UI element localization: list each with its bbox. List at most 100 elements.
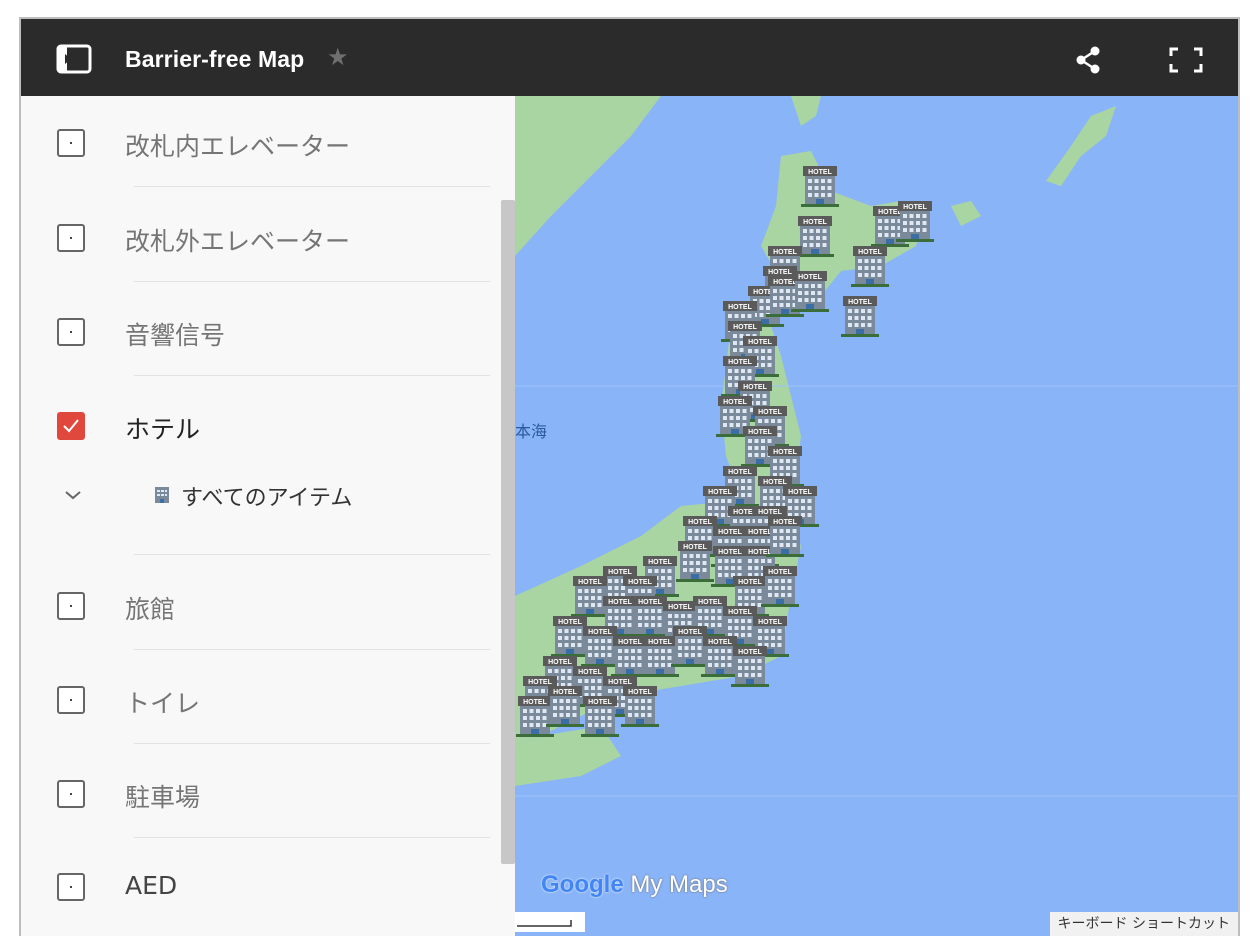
hotel-marker-icon[interactable]: HOTEL (671, 626, 709, 667)
layer-label: ホテル (125, 415, 201, 444)
svg-text:HOTEL: HOTEL (733, 324, 757, 331)
hotel-marker-icon[interactable]: HOTEL (761, 566, 799, 607)
scrollbar[interactable] (501, 200, 515, 864)
map-frame: Barrier-free Map ★ HOTEL HOTEL HOTEL HOT… (19, 17, 1240, 936)
svg-text:HOTEL: HOTEL (748, 339, 772, 346)
layer-item-3[interactable]: ホテル (21, 402, 499, 452)
svg-text:HOTEL: HOTEL (628, 579, 652, 586)
svg-text:HOTEL: HOTEL (773, 249, 797, 256)
chevron-down-icon[interactable] (61, 483, 85, 507)
svg-text:HOTEL: HOTEL (788, 489, 812, 496)
layer-item-5[interactable]: トイレ (21, 676, 499, 726)
layer-item-4[interactable]: 旅館 (21, 582, 499, 632)
svg-text:HOTEL: HOTEL (773, 449, 797, 456)
layer-label: 駐車場 (125, 783, 201, 812)
layer-checkbox[interactable] (57, 873, 85, 901)
svg-text:HOTEL: HOTEL (628, 689, 652, 696)
svg-text:HOTEL: HOTEL (763, 479, 787, 486)
svg-text:HOTEL: HOTEL (723, 399, 747, 406)
google-wordmark: Google (541, 871, 624, 898)
layer-checkbox[interactable] (57, 780, 85, 808)
hotel-marker-icon[interactable]: HOTEL (896, 201, 934, 242)
divider (134, 281, 490, 282)
svg-text:HOTEL: HOTEL (758, 619, 782, 626)
layer-checkbox-checked[interactable] (57, 412, 85, 440)
hotel-marker-icon[interactable]: HOTEL (676, 541, 714, 582)
svg-text:HOTEL: HOTEL (548, 659, 572, 666)
svg-text:HOTEL: HOTEL (858, 249, 882, 256)
layer-item-0[interactable]: 改札内エレベーター (21, 119, 499, 169)
side-panel-icon (56, 44, 92, 74)
svg-text:HOTEL: HOTEL (638, 599, 662, 606)
svg-text:HOTEL: HOTEL (523, 699, 547, 706)
hotel-marker-icon[interactable]: HOTEL (641, 636, 679, 677)
svg-text:HOTEL: HOTEL (708, 639, 732, 646)
svg-text:HOTEL: HOTEL (903, 204, 927, 211)
layer-checkbox[interactable] (57, 129, 85, 157)
mymaps-wordmark: My Maps (630, 871, 728, 898)
check-icon (63, 419, 79, 433)
svg-text:HOTEL: HOTEL (708, 489, 732, 496)
fullscreen-button[interactable] (1169, 47, 1203, 73)
hotel-marker-icon[interactable]: HOTEL (701, 636, 739, 677)
hotel-marker-icon[interactable]: HOTEL (621, 686, 659, 727)
layer-checkbox[interactable] (57, 592, 85, 620)
hotel-marker-icon[interactable]: HOTEL (851, 246, 889, 287)
svg-text:HOTEL: HOTEL (743, 384, 767, 391)
divider (134, 649, 490, 650)
hotel-marker-icon[interactable]: HOTEL (581, 626, 619, 667)
svg-text:HOTEL: HOTEL (558, 619, 582, 626)
hotel-marker-icon[interactable]: HOTEL (516, 696, 554, 737)
star-icon[interactable]: ★ (327, 43, 349, 72)
svg-text:HOTEL: HOTEL (618, 639, 642, 646)
layer-item-6[interactable]: 駐車場 (21, 770, 499, 820)
hotel-marker-icon[interactable]: HOTEL (841, 296, 879, 337)
layer-item-7[interactable]: AED (21, 863, 499, 913)
hotel-marker-icon[interactable]: HOTEL (581, 696, 619, 737)
svg-text:HOTEL: HOTEL (728, 469, 752, 476)
layers-panel: 改札内エレベーター 改札外エレベーター 音響信号 ホテル すべてのアイテム 旅館… (21, 96, 515, 936)
svg-text:HOTEL: HOTEL (798, 274, 822, 281)
sea-label: 本海 (515, 422, 548, 441)
svg-text:HOTEL: HOTEL (758, 509, 782, 516)
layer-checkbox[interactable] (57, 318, 85, 346)
svg-text:HOTEL: HOTEL (648, 559, 672, 566)
hotel-marker-icon[interactable]: HOTEL (546, 686, 584, 727)
share-button[interactable] (1073, 45, 1103, 75)
layer-checkbox[interactable] (57, 224, 85, 252)
svg-text:HOTEL: HOTEL (718, 549, 742, 556)
svg-text:HOTEL: HOTEL (608, 599, 632, 606)
top-bar: Barrier-free Map ★ (21, 19, 1238, 96)
hotel-marker-icon[interactable]: HOTEL (791, 271, 829, 312)
svg-text:HOTEL: HOTEL (748, 429, 772, 436)
hotel-marker-icon[interactable]: HOTEL (766, 516, 804, 557)
svg-text:HOTEL: HOTEL (718, 529, 742, 536)
google-mymaps-watermark: Google My Maps (541, 871, 728, 899)
layer-item-1[interactable]: 改札外エレベーター (21, 214, 499, 264)
keyboard-shortcuts-link[interactable]: キーボード ショートカット (1049, 912, 1238, 936)
scale-line (517, 920, 572, 927)
svg-text:HOTEL: HOTEL (808, 169, 832, 176)
svg-text:HOTEL: HOTEL (768, 269, 792, 276)
svg-text:HOTEL: HOTEL (758, 409, 782, 416)
svg-text:HOTEL: HOTEL (668, 604, 692, 611)
divider (134, 837, 490, 838)
hotel-marker-icon[interactable]: HOTEL (801, 166, 839, 207)
hotel-marker-icon[interactable]: HOTEL (731, 646, 769, 687)
layer-subitem[interactable]: すべてのアイテム (61, 477, 481, 513)
hotel-building-icon (155, 487, 169, 503)
svg-text:HOTEL: HOTEL (683, 544, 707, 551)
layer-label: 改札内エレベーター (125, 132, 351, 161)
svg-text:HOTEL: HOTEL (608, 569, 632, 576)
svg-text:HOTEL: HOTEL (728, 304, 752, 311)
svg-text:HOTEL: HOTEL (728, 609, 752, 616)
layer-checkbox[interactable] (57, 686, 85, 714)
fullscreen-icon (1169, 47, 1203, 73)
layer-item-2[interactable]: 音響信号 (21, 308, 499, 358)
divider (134, 554, 490, 555)
svg-text:HOTEL: HOTEL (678, 629, 702, 636)
hotel-marker-icon[interactable]: HOTEL (551, 616, 589, 657)
toggle-panel-button[interactable] (54, 43, 94, 75)
svg-text:HOTEL: HOTEL (738, 579, 762, 586)
divider (134, 186, 490, 187)
